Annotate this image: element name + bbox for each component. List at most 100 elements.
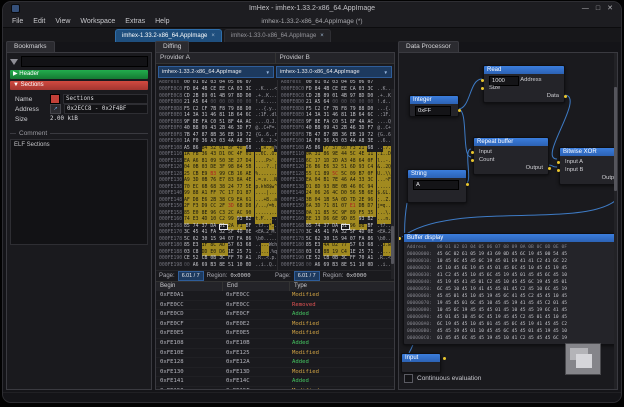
hex-byte[interactable]: 0D <box>367 263 376 270</box>
port-integer-out[interactable] <box>458 109 461 112</box>
diff-table-row[interactable]: 0xFE0A10xFE0CCModified <box>156 291 394 301</box>
menu-workspace[interactable]: Workspace <box>75 18 120 25</box>
hex-byte[interactable]: 51 <box>350 263 359 270</box>
node-buffer-display[interactable]: Buffer display Address 00 01 02 03 04 05… <box>403 233 617 345</box>
bookmark-comment-box[interactable]: ELF Sections <box>10 139 148 245</box>
hex-byte[interactable]: 69 <box>323 263 332 270</box>
region-value-b: 0x0000 <box>346 273 366 279</box>
diff-table-row[interactable]: 0xFE1080xFE10BAdded <box>156 339 394 349</box>
port-input-out[interactable] <box>443 357 446 360</box>
minimize-icon[interactable]: — <box>582 2 589 15</box>
hex-byte[interactable]: 8E <box>219 263 228 270</box>
hex-scrollbar-thumb[interactable] <box>391 226 394 264</box>
expanded-arrow-icon: ▼ <box>13 82 19 88</box>
node-read[interactable]: Read 1000 Address Size <box>483 65 565 103</box>
menu-help[interactable]: Help <box>150 18 174 25</box>
port-data-out[interactable] <box>564 95 567 98</box>
diff-table-row[interactable]: 0xFE0CC0xFE0CCRemoved <box>156 301 394 311</box>
menu-extras[interactable]: Extras <box>120 18 150 25</box>
bookmarks-panel: Bookmarks ▶ Header ▼ Sections Name <box>6 41 152 390</box>
hex-byte[interactable]: 51 <box>228 263 237 270</box>
diff-table-row[interactable]: 0xFE1280xFE12AAdded <box>156 358 394 368</box>
hex-byte[interactable]: 10 <box>359 263 368 270</box>
diff-table-row[interactable]: 0xFE10E0xFE125Modified <box>156 349 394 359</box>
data-processor-body: Read 1000 Address Size <box>398 52 618 390</box>
hex-byte[interactable]: B3 <box>332 263 341 270</box>
page-value-a[interactable]: 6.01 / 7 <box>178 271 204 281</box>
buffer-row: 000000A0:6C 19 45 45 10 45 01 45 45 6C 4… <box>407 321 613 328</box>
menu-bar-items: FileEditViewWorkspaceExtrasHelp <box>7 18 175 25</box>
port-repeat-input[interactable] <box>471 151 474 154</box>
dp-scrollbar[interactable] <box>614 53 617 390</box>
hex-byte[interactable]: 10 <box>237 263 246 270</box>
diff-table-row[interactable]: 0xFE1300xFE13DModified <box>156 368 394 378</box>
hex-byte[interactable]: 00 <box>184 263 193 270</box>
tab-close-icon[interactable]: × <box>211 33 215 39</box>
hex-byte[interactable]: 0D <box>246 263 255 270</box>
hex-byte[interactable]: 8E <box>341 263 350 270</box>
menu-edit[interactable]: Edit <box>28 18 50 25</box>
bookmark-filter-input[interactable] <box>21 56 148 67</box>
port-xor-input-b[interactable] <box>557 169 560 172</box>
bookmark-color-swatch[interactable] <box>50 94 60 104</box>
tab-close-icon[interactable]: × <box>320 33 324 39</box>
diff-table-body: 0xFE0A10xFE0CCModified0xFE0CC0xFE0CCRemo… <box>156 291 394 389</box>
diff-table-row[interactable]: 0xFE0E50xFE0E5Modified <box>156 329 394 339</box>
maximize-icon[interactable]: □ <box>596 2 600 15</box>
hex-byte[interactable]: 69 <box>202 263 211 270</box>
tab-data-processor[interactable]: Data Processor <box>398 41 459 52</box>
menu-view[interactable]: View <box>50 18 75 25</box>
buffer-display-rows: 00000000:45 6C 02 61 05 19 43 69 0D 45 6… <box>407 251 613 342</box>
port-buffer-input[interactable] <box>398 237 401 240</box>
hex-ascii[interactable]: ..i..Q.. <box>255 263 277 270</box>
provider-b-select[interactable]: imhex-1.33.0-x86_64.AppImage ▼ <box>276 66 392 78</box>
diff-table-row[interactable]: 0xFE0CD0xFE0CFAdded <box>156 310 394 320</box>
node-integer[interactable]: Integer 0xFF <box>409 95 459 117</box>
buffer-row: 00000040:45 19 45 41 45 01 C2 45 10 45 4… <box>407 279 613 286</box>
hex-byte[interactable]: 00 <box>306 263 315 270</box>
diff-table-row[interactable]: 0xFE1500xFE15FModified <box>156 387 394 389</box>
port-address-in[interactable] <box>481 79 484 82</box>
hex-scrollbar[interactable] <box>391 89 394 279</box>
node-string[interactable]: String A <box>407 169 467 203</box>
node-bitwise-xor[interactable]: Bitwise XOR Input A Input B Output <box>559 147 618 185</box>
node-repeat-buffer[interactable]: Repeat buffer Input Count Output <box>473 137 549 175</box>
port-repeat-count[interactable] <box>471 159 474 162</box>
provider-a-select[interactable]: imhex-1.33.2-x86_64.AppImage ▼ <box>158 66 274 78</box>
buffer-row: 00000080:10 45 6C 19 45 45 45 01 45 10 4… <box>407 307 613 314</box>
port-size-in[interactable] <box>481 87 484 90</box>
port-xor-input-a[interactable] <box>557 161 560 164</box>
port-string-out[interactable] <box>466 183 469 186</box>
hex-byte[interactable]: B3 <box>210 263 219 270</box>
menu-file[interactable]: File <box>7 18 28 25</box>
diff-table-row[interactable]: 0xFE1410xFE14CAdded <box>156 377 394 387</box>
document-tabs: imhex-1.33.2-x86_64.AppImage×imhex-1.33.… <box>3 28 621 42</box>
string-value-input[interactable]: A <box>413 180 459 190</box>
page-value-b[interactable]: 6.01 / 7 <box>294 271 320 281</box>
region-label-b: Region: <box>323 273 344 279</box>
close-icon[interactable]: ✕ <box>607 2 613 15</box>
hex-row: 000FE19800A669B38E51100D..i..Q.. <box>159 263 277 270</box>
col-begin[interactable]: Begin <box>156 282 222 291</box>
continuous-evaluation-checkbox[interactable] <box>404 374 413 383</box>
hex-byte[interactable]: A6 <box>193 263 202 270</box>
node-input[interactable]: Input <box>401 353 441 373</box>
buffer-row: 00000090:45 01 45 10 45 6C 45 19 45 45 C… <box>407 314 613 321</box>
buffer-row: 00000030:41 C2 45 45 10 45 6C 45 19 45 0… <box>407 272 613 279</box>
bookmark-name-field[interactable]: Sections <box>63 94 148 104</box>
col-type[interactable]: Type <box>289 282 394 291</box>
bookmark-address-value[interactable]: 0x2ECC8 - 0x2F4BF <box>64 104 148 114</box>
tab-bookmarks[interactable]: Bookmarks <box>6 41 55 52</box>
dp-scrollbar-thumb[interactable] <box>614 87 617 190</box>
integer-value-input[interactable]: 0xFF <box>415 106 451 116</box>
bookmark-entry-header[interactable]: ▶ Header <box>10 70 148 79</box>
chevron-down-icon: ▼ <box>266 70 270 75</box>
port-repeat-output[interactable] <box>548 167 551 170</box>
tab-diffing[interactable]: Diffing <box>155 41 189 52</box>
bookmark-entry-sections[interactable]: ▼ Sections <box>10 81 148 90</box>
col-end[interactable]: End <box>222 282 289 291</box>
node-preview-popup <box>565 343 601 375</box>
hex-byte[interactable]: A6 <box>315 263 324 270</box>
diff-table-row[interactable]: 0xFE0CF0xFE0E2Modified <box>156 320 394 330</box>
goto-address-icon[interactable]: ↗ <box>50 104 61 114</box>
